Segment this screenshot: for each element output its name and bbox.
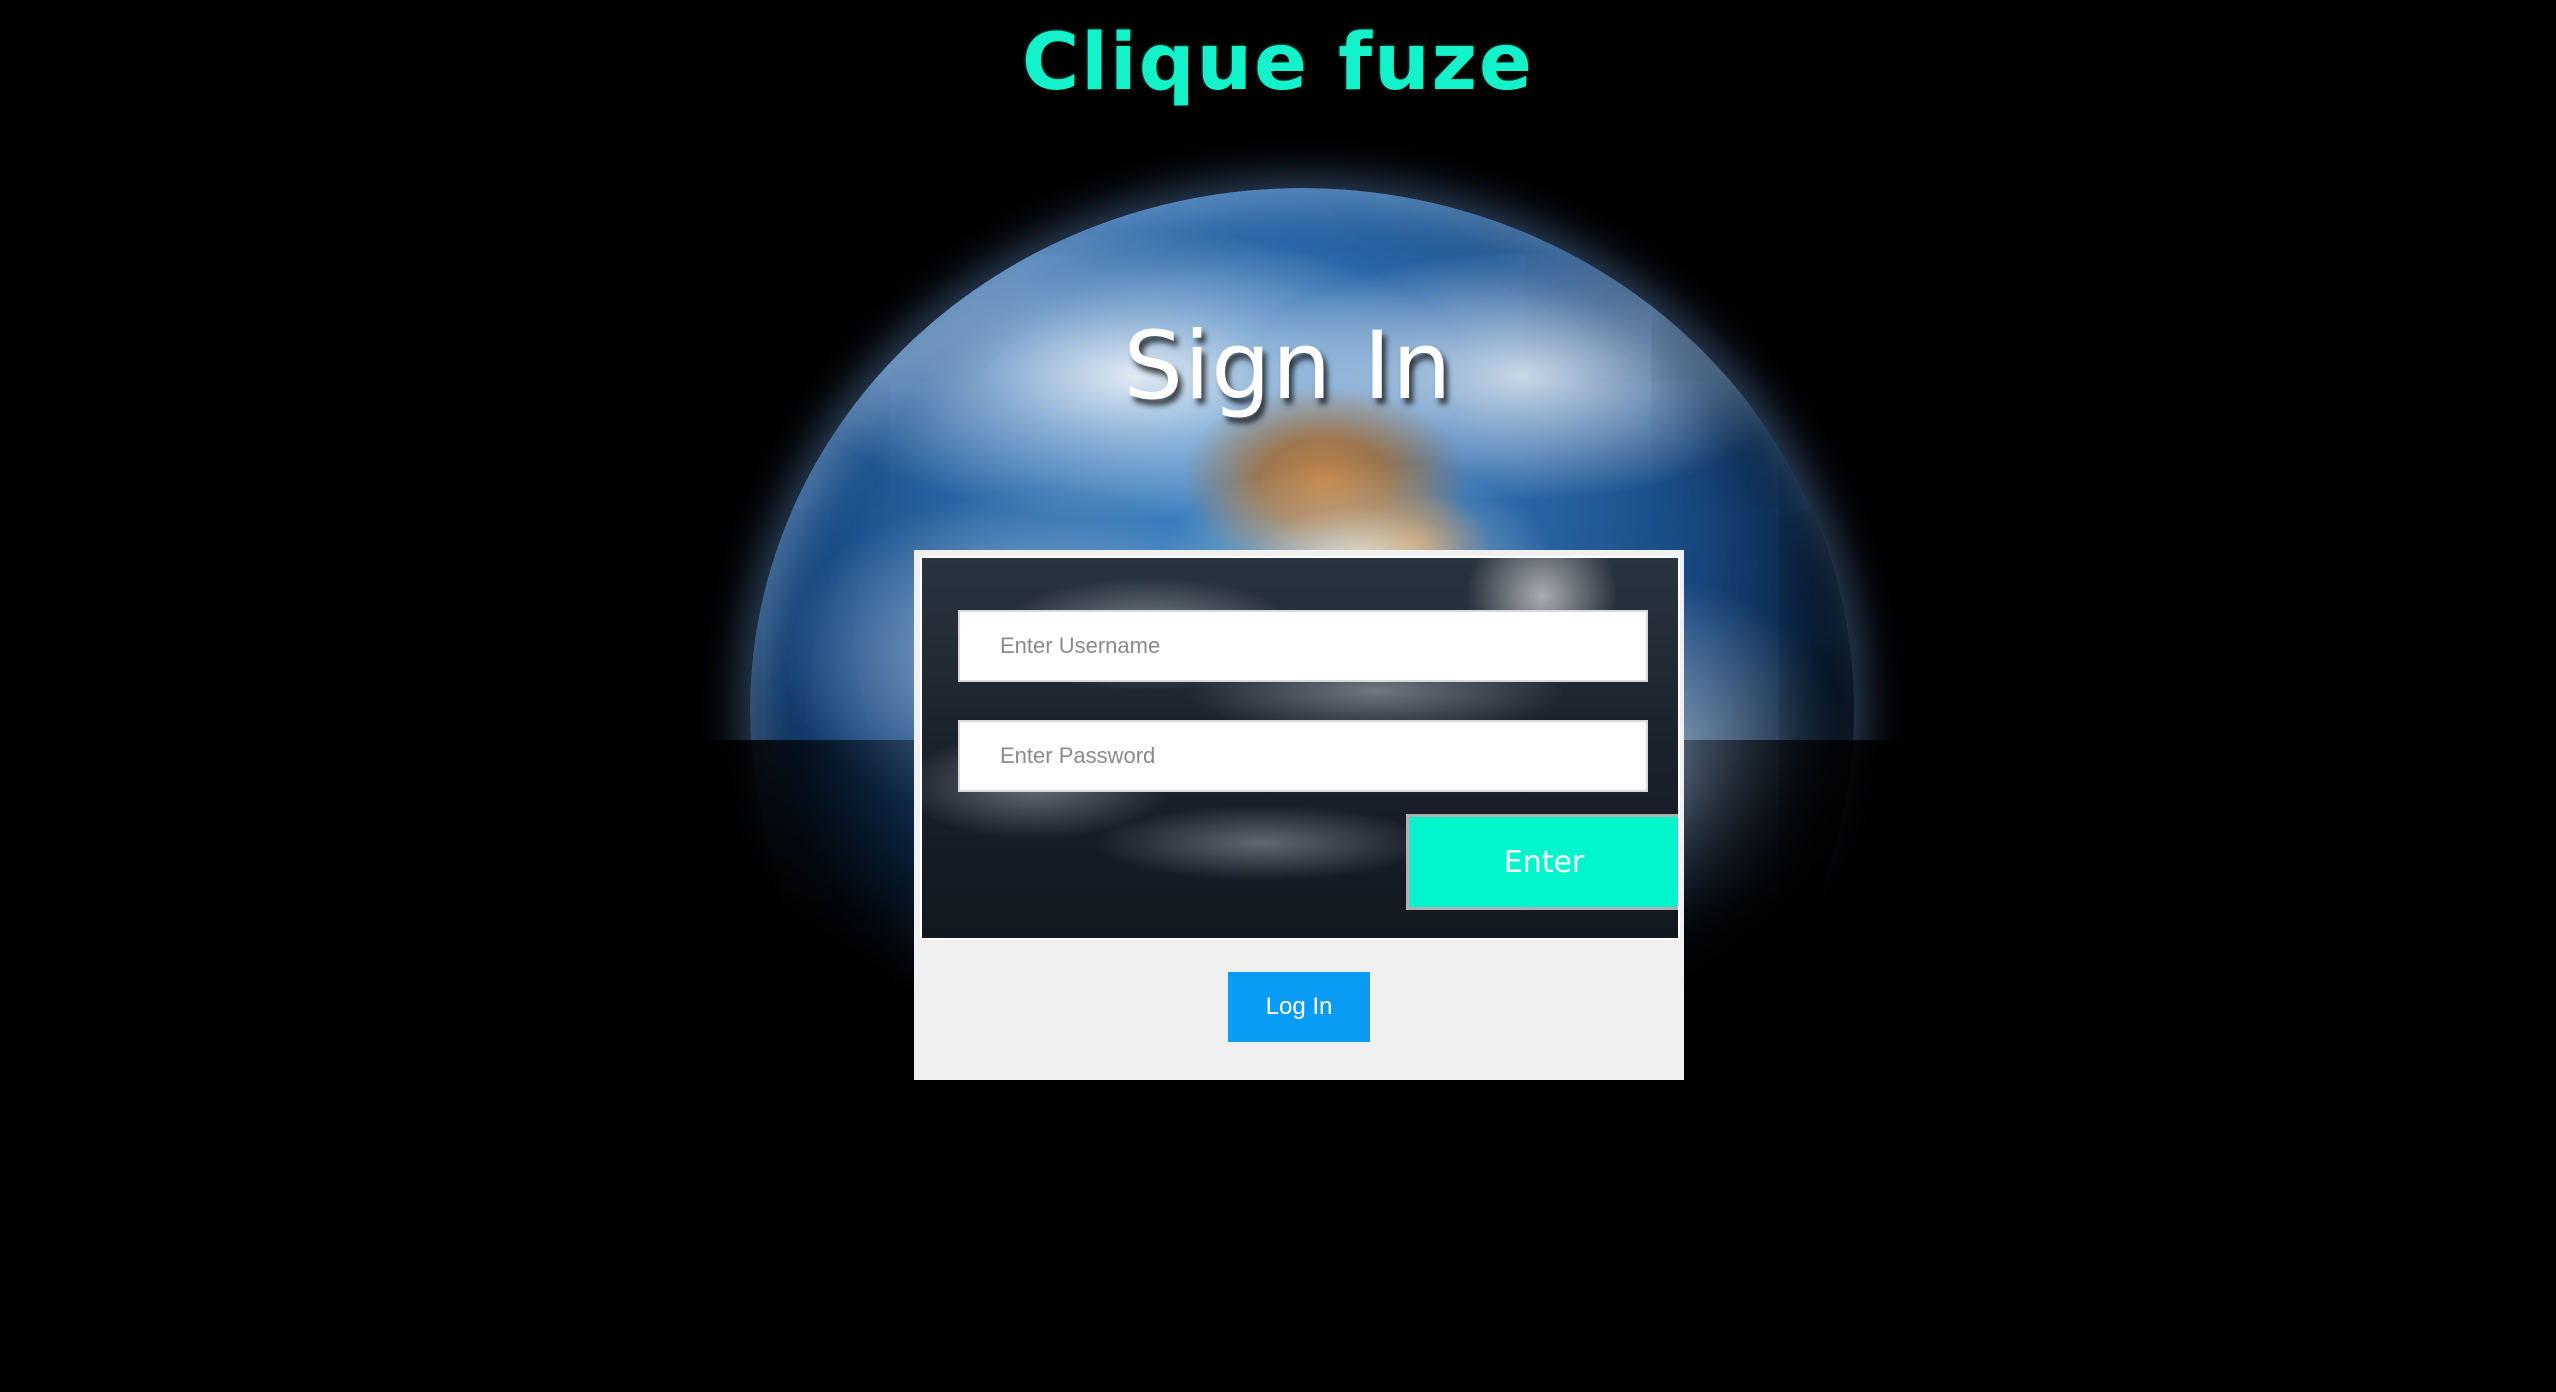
log-in-button[interactable]: Log In — [1228, 972, 1370, 1042]
sign-in-heading: Sign In — [1123, 312, 1453, 421]
login-panel: Enter Log In — [914, 550, 1684, 1080]
login-form: Enter — [920, 556, 1680, 940]
password-input[interactable] — [958, 720, 1648, 792]
brand-title: Clique fuze — [1022, 18, 1534, 108]
username-input[interactable] — [958, 610, 1648, 682]
login-page: Clique fuze Sign In Enter Log In — [0, 0, 2556, 1392]
enter-button[interactable]: Enter — [1406, 814, 1678, 910]
